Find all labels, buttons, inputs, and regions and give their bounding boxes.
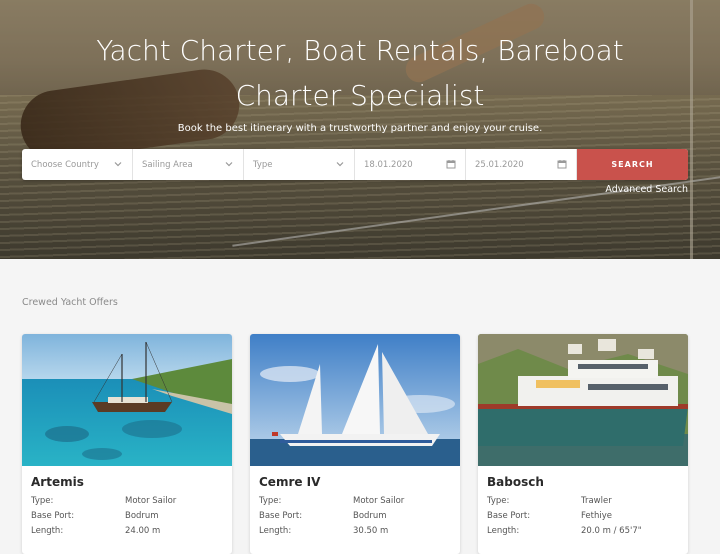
base-port-value: Bodrum [353,511,387,521]
type-label: Type: [31,496,54,506]
yacht-photo-image [478,334,688,466]
hero-title: Yacht Charter, Boat Rentals, Bareboat Ch… [90,28,630,118]
calendar-icon [446,160,456,169]
yacht-name[interactable]: Artemis [31,475,84,489]
type-value: Motor Sailor [353,496,405,506]
yacht-photo[interactable] [478,334,688,466]
yacht-card[interactable]: Babosch Type: Trawler Base Port: Fethiye… [478,334,688,554]
length-label: Length: [259,526,292,536]
calendar-icon [557,160,567,169]
offers-section: Crewed Yacht Offers Artemis Type: Motor … [0,259,720,554]
chevron-down-icon [114,162,122,167]
yacht-card[interactable]: Artemis Type: Motor Sailor Base Port: Bo… [22,334,232,554]
date-from-value: 18.01.2020 [364,159,413,170]
section-title: Crewed Yacht Offers [22,297,118,308]
hero-title-line2: Charter Specialist [235,79,485,112]
type-select-label: Type [253,159,273,170]
length-value: 24.00 m [125,526,161,536]
length-label: Length: [487,526,520,536]
sailing-area-label: Sailing Area [142,159,193,170]
yacht-photo-image [250,334,460,466]
base-port-label: Base Port: [487,511,531,521]
date-to-value: 25.01.2020 [475,159,524,170]
chevron-down-icon [225,162,233,167]
hero-subtitle: Book the best itinerary with a trustwort… [177,123,543,134]
length-label: Length: [31,526,64,536]
type-value: Motor Sailor [125,496,177,506]
yacht-name[interactable]: Babosch [487,475,544,489]
type-value: Trawler [581,496,612,506]
base-port-value: Bodrum [125,511,159,521]
country-select-label: Choose Country [31,159,99,170]
length-value: 30.50 m [353,526,389,536]
type-select[interactable]: Type [244,149,355,180]
base-port-label: Base Port: [31,511,75,521]
sailing-area-select[interactable]: Sailing Area [133,149,244,180]
yacht-photo-image [22,334,232,466]
chevron-down-icon [336,162,344,167]
type-label: Type: [487,496,510,506]
search-button[interactable]: SEARCH [577,149,688,180]
yacht-card[interactable]: Cemre IV Type: Motor Sailor Base Port: B… [250,334,460,554]
country-select[interactable]: Choose Country [22,149,133,180]
advanced-search-link[interactable]: Advanced Search [580,184,688,195]
yacht-photo[interactable] [22,334,232,466]
yacht-name[interactable]: Cemre IV [259,475,320,489]
search-bar: Choose Country Sailing Area Type 18.01.2… [22,149,688,180]
type-label: Type: [259,496,282,506]
date-from-input[interactable]: 18.01.2020 [355,149,466,180]
date-to-input[interactable]: 25.01.2020 [466,149,577,180]
base-port-label: Base Port: [259,511,303,521]
base-port-value: Fethiye [581,511,612,521]
length-value: 20.0 m / 65'7" [581,526,642,536]
hero-title-line1: Yacht Charter, Boat Rentals, Bareboat [96,34,624,67]
yacht-photo[interactable] [250,334,460,466]
